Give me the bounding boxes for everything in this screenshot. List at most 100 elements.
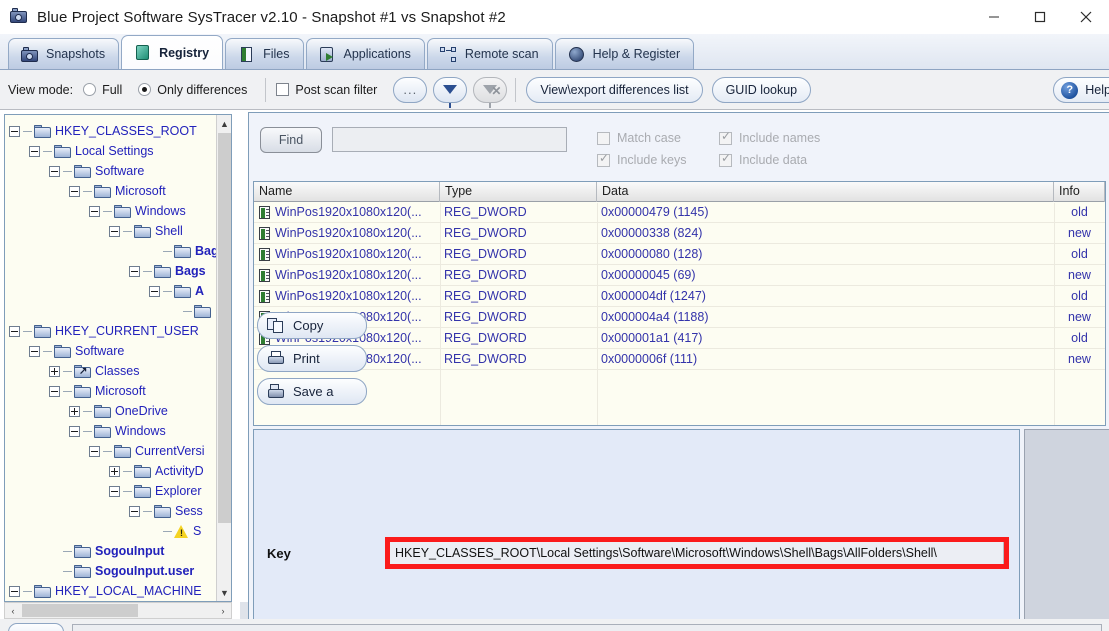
scroll-down-icon[interactable]: ▼: [217, 584, 231, 601]
tree-node[interactable]: HKEY_LOCAL_MACHINE: [9, 581, 217, 601]
scroll-left-icon[interactable]: ‹: [5, 603, 21, 618]
bottom-button[interactable]: [8, 623, 64, 631]
include-names-checkbox[interactable]: Include names: [719, 127, 849, 149]
tree-expander-icon[interactable]: [29, 145, 40, 157]
tab-snapshots[interactable]: Snapshots: [8, 38, 120, 69]
scroll-right-icon[interactable]: ›: [215, 603, 231, 618]
tree-expander-icon[interactable]: [69, 405, 80, 417]
include-keys-checkbox[interactable]: Include keys: [597, 149, 719, 171]
table-row[interactable]: WinPos1920x1080x120(...REG_DWORD0x000000…: [254, 265, 1105, 286]
tree-expander-icon[interactable]: [109, 465, 120, 477]
table-row[interactable]: WinPos1920x1080x120(...REG_DWORD0x000001…: [254, 328, 1105, 349]
tree-expander-icon[interactable]: [9, 325, 20, 337]
tree-expander-icon[interactable]: [9, 585, 20, 597]
tree-node[interactable]: A: [9, 281, 217, 301]
tree-node[interactable]: Windows: [9, 201, 217, 221]
tree-node[interactable]: SogouInput: [9, 541, 217, 561]
tree-node[interactable]: Sess: [9, 501, 217, 521]
tree-node[interactable]: ActivityD: [9, 461, 217, 481]
tree-expander-icon[interactable]: [49, 365, 60, 377]
tree-node[interactable]: Software: [9, 161, 217, 181]
tree-expander-icon[interactable]: [9, 125, 20, 137]
tree-node[interactable]: HKEY_CURRENT_USER: [9, 321, 217, 341]
tree-horizontal-scrollbar[interactable]: ‹ ›: [4, 602, 232, 619]
column-header-data[interactable]: Data: [597, 182, 1054, 202]
registry-values-table[interactable]: Name Type Data Info WinPos1920x1080x120(…: [253, 181, 1106, 426]
tree-node[interactable]: Bags: [9, 261, 217, 281]
tree-expander-icon[interactable]: [89, 445, 100, 457]
tree-node[interactable]: SogouInput.user: [9, 561, 217, 581]
tree-expander-icon[interactable]: [89, 205, 100, 217]
tree-node[interactable]: Explorer: [9, 481, 217, 501]
radio-full[interactable]: Full: [83, 83, 122, 97]
column-header-type[interactable]: Type: [440, 182, 597, 202]
tree-expander-icon[interactable]: [109, 225, 120, 237]
tree-node[interactable]: Microsoft: [9, 381, 217, 401]
column-header-info[interactable]: Info: [1054, 182, 1105, 202]
clear-filter-button[interactable]: ✕: [473, 76, 508, 108]
match-case-checkbox[interactable]: Match case: [597, 127, 719, 149]
tab-help-register[interactable]: Help & Register: [554, 38, 695, 69]
column-header-name[interactable]: Name: [254, 182, 440, 202]
include-data-checkbox[interactable]: Include data: [719, 149, 849, 171]
tree-expander-icon[interactable]: [29, 345, 40, 357]
tree-node[interactable]: Local Settings: [9, 141, 217, 161]
tree-vertical-scrollbar[interactable]: ▲ ▼: [216, 115, 231, 601]
table-row[interactable]: WinPos1920x1080x120(...REG_DWORD0x000000…: [254, 244, 1105, 265]
tree-expander-icon[interactable]: [69, 425, 80, 437]
folder-icon: [114, 204, 131, 218]
tree-node[interactable]: Shell: [9, 221, 217, 241]
tree-node[interactable]: Windows: [9, 421, 217, 441]
scroll-thumb[interactable]: [218, 133, 231, 523]
tree-expander-icon[interactable]: [149, 285, 160, 297]
ellipsis-icon: ...: [403, 81, 418, 97]
ellipsis-button[interactable]: ...: [393, 76, 428, 103]
table-row[interactable]: WinPos1920x1080x120(...REG_DWORD0x000004…: [254, 307, 1105, 328]
table-row[interactable]: WinPos1920x1080x120(...REG_DWORD0x000000…: [254, 349, 1105, 370]
tree-node[interactable]: [9, 301, 217, 321]
tree-node[interactable]: Microsoft: [9, 181, 217, 201]
tree-node[interactable]: ! S: [9, 521, 217, 541]
tree-node[interactable]: OneDrive: [9, 401, 217, 421]
tree-expander-icon[interactable]: [109, 485, 120, 497]
tree-node[interactable]: HKEY_CLASSES_ROOT: [9, 121, 217, 141]
folder-icon: [194, 304, 211, 318]
tree-expander-icon[interactable]: [69, 185, 80, 197]
post-scan-filter-checkbox[interactable]: Post scan filter: [276, 83, 377, 97]
tab-registry[interactable]: Registry: [121, 35, 224, 69]
tab-files[interactable]: Files: [225, 38, 304, 69]
close-button[interactable]: [1063, 0, 1109, 34]
key-value[interactable]: HKEY_CLASSES_ROOT\Local Settings\Softwar…: [389, 541, 1004, 565]
radio-icon: [138, 83, 152, 96]
find-button[interactable]: Find: [260, 127, 322, 153]
copy-button[interactable]: Copy: [257, 312, 367, 339]
tab-remote-scan[interactable]: Remote scan: [426, 38, 553, 69]
tree-node[interactable]: Software: [9, 341, 217, 361]
tab-applications[interactable]: Applications: [305, 38, 425, 69]
maximize-button[interactable]: [1017, 0, 1063, 34]
tree-expander-icon[interactable]: [129, 505, 140, 517]
filter-button[interactable]: [433, 76, 468, 108]
table-row[interactable]: WinPos1920x1080x120(...REG_DWORD0x000004…: [254, 286, 1105, 307]
checkbox-checked-icon: [719, 130, 732, 145]
guid-lookup-button[interactable]: GUID lookup: [711, 76, 812, 103]
scroll-thumb-horizontal[interactable]: [22, 604, 138, 617]
save-as-button[interactable]: Save a: [257, 378, 367, 405]
tree-expander-icon[interactable]: [49, 165, 60, 177]
tree-node[interactable]: BagM: [9, 241, 229, 261]
scroll-up-icon[interactable]: ▲: [217, 115, 231, 132]
tree-node[interactable]: CurrentVersi: [9, 441, 217, 461]
minimize-button[interactable]: [971, 0, 1017, 34]
tree-expander-icon[interactable]: [49, 385, 60, 397]
view-export-differences-button[interactable]: View\export differences list: [526, 76, 703, 103]
find-input[interactable]: [332, 127, 567, 152]
radio-only-differences[interactable]: Only differences: [138, 83, 247, 97]
registry-tree-panel[interactable]: HKEY_CLASSES_ROOT Local Settings Software M…: [4, 114, 232, 602]
help-button[interactable]: ? Help: [1053, 77, 1109, 103]
tree-expander-icon[interactable]: [129, 265, 140, 277]
camera-icon: [20, 46, 39, 63]
table-row[interactable]: WinPos1920x1080x120(...REG_DWORD0x000004…: [254, 202, 1105, 223]
print-button[interactable]: Print: [257, 345, 367, 372]
table-row[interactable]: WinPos1920x1080x120(... REG_DWORD 0x000003…: [254, 223, 1105, 244]
tree-node[interactable]: ↗ Classes: [9, 361, 217, 381]
